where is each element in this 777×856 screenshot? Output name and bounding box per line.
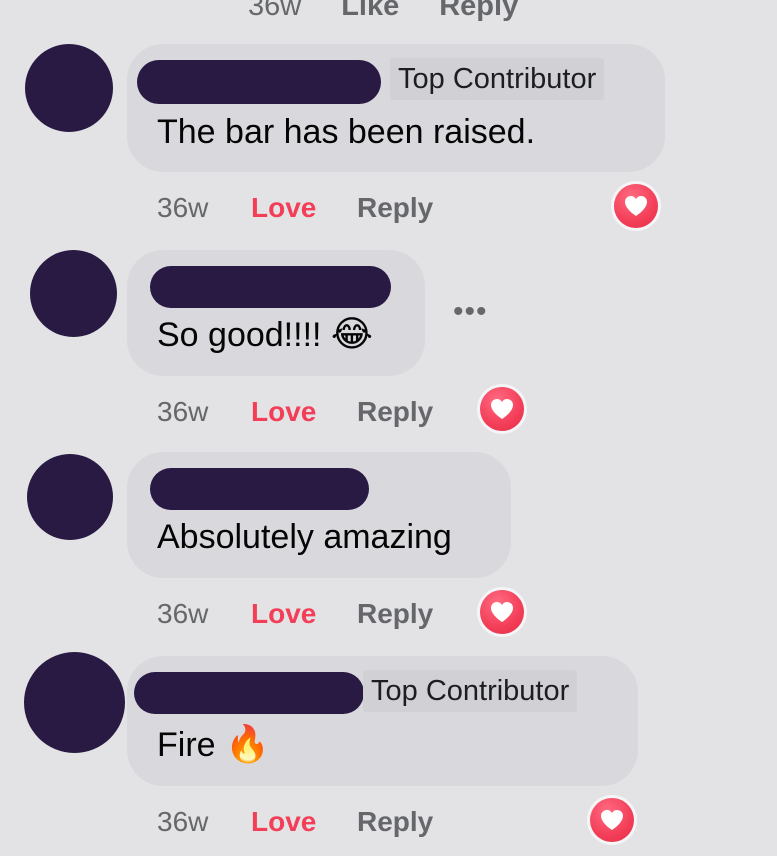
comment-text: So good!!!! 😂 (157, 314, 373, 355)
avatar[interactable] (24, 652, 125, 753)
avatar[interactable] (27, 454, 113, 540)
reaction-badge[interactable] (480, 387, 524, 431)
avatar[interactable] (25, 44, 113, 132)
comment-text: The bar has been raised. (157, 113, 536, 151)
comment-text: Fire 🔥 (157, 724, 270, 765)
love-button[interactable]: Love (251, 596, 316, 632)
reply-button[interactable]: Reply (357, 596, 433, 632)
reaction-badge[interactable] (480, 590, 524, 634)
commenter-name-redacted[interactable] (134, 672, 364, 714)
comment-text-body: Fire (157, 726, 216, 764)
comment-time[interactable]: 36w (157, 804, 208, 840)
more-options-icon[interactable]: ••• (453, 297, 488, 327)
comment-text: Absolutely amazing (157, 518, 452, 556)
reply-button[interactable]: Reply (357, 394, 433, 430)
reaction-badge[interactable] (614, 184, 658, 228)
commenter-name-redacted[interactable] (137, 60, 381, 104)
top-contributor-badge: Top Contributor (363, 670, 578, 712)
comment-text-body: So good!!!! (157, 316, 322, 354)
fire-emoji-icon: 🔥 (225, 723, 270, 764)
reply-button[interactable]: Reply (357, 804, 433, 840)
top-contributor-badge: Top Contributor (390, 58, 605, 100)
previous-comment-actions: 36w Like Reply (248, 0, 518, 23)
love-button[interactable]: Love (251, 394, 316, 430)
heart-icon (625, 196, 647, 216)
laughing-emoji-icon: 😂 (330, 313, 373, 354)
heart-icon (601, 810, 623, 830)
love-button[interactable]: Love (251, 190, 316, 226)
comment-time: 36w (248, 0, 302, 22)
comment-time[interactable]: 36w (157, 394, 208, 430)
heart-icon (491, 399, 513, 419)
comment-time[interactable]: 36w (157, 190, 208, 226)
reaction-badge[interactable] (590, 798, 634, 842)
love-button[interactable]: Love (251, 804, 316, 840)
comment-time[interactable]: 36w (157, 596, 208, 632)
avatar[interactable] (30, 250, 117, 337)
reply-button[interactable]: Reply (439, 0, 518, 23)
commenter-name-redacted[interactable] (150, 266, 391, 308)
commenter-name-redacted[interactable] (150, 468, 369, 510)
like-button[interactable]: Like (341, 0, 399, 23)
heart-icon (491, 602, 513, 622)
comment-thread: 36w Like Reply Top Contributor The bar h… (0, 0, 777, 856)
reply-button[interactable]: Reply (357, 190, 433, 226)
